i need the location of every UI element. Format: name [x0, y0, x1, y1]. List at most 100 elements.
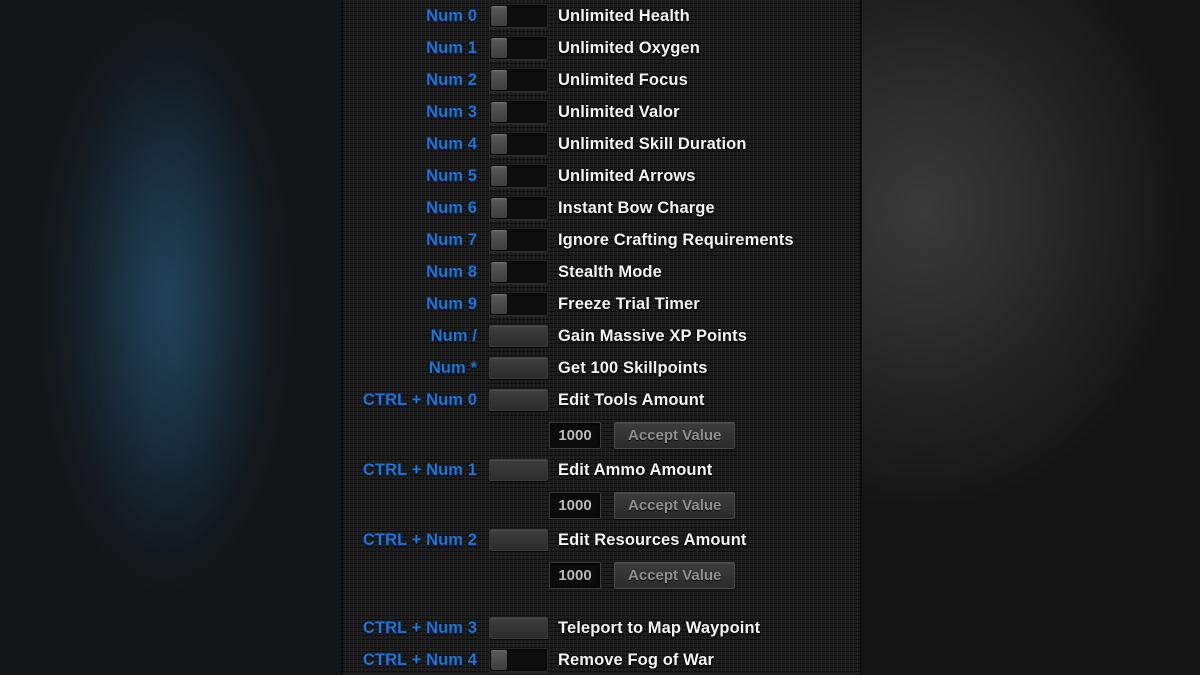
cheat-toggle-switch[interactable]: [489, 228, 548, 252]
cheat-row: Num 1 Unlimited Oxygen: [341, 32, 862, 64]
cheat-control-cell: [489, 617, 549, 639]
toggle-knob-icon: [491, 134, 507, 154]
cheat-control-cell: [489, 389, 549, 411]
cheat-row: Num 7 Ignore Crafting Requirements: [341, 224, 862, 256]
accept-value-button[interactable]: Accept Value: [614, 561, 736, 589]
cheat-toggle-switch[interactable]: [489, 648, 548, 672]
cheat-label: Stealth Mode: [558, 262, 662, 281]
hotkey-label: Num 4: [426, 134, 477, 153]
toggle-knob-icon: [491, 294, 507, 314]
hotkey-label: Num /: [430, 326, 477, 345]
cheat-label: Edit Resources Amount: [558, 530, 747, 549]
cheat-toggle-switch[interactable]: [489, 164, 548, 188]
toggle-knob-icon: [491, 102, 507, 122]
value-input[interactable]: 1000: [549, 561, 601, 589]
cheat-action-button[interactable]: [489, 389, 548, 411]
cheat-action-button[interactable]: [489, 325, 548, 347]
cheat-control-cell: [489, 529, 549, 551]
cheat-label: Gain Massive XP Points: [558, 326, 747, 345]
cheat-control-cell: [489, 196, 549, 220]
cheat-label: Unlimited Arrows: [558, 166, 696, 185]
cheat-control-cell: [489, 459, 549, 481]
row-spacer: [341, 594, 862, 612]
cheat-label: Get 100 Skillpoints: [558, 358, 708, 377]
cheat-row: Num / Gain Massive XP Points: [341, 320, 862, 352]
hotkey-label: Num 1: [426, 38, 477, 57]
hotkey-label: Num 5: [426, 166, 477, 185]
cheat-row: CTRL + Num 1 Edit Ammo Amount: [341, 454, 862, 486]
cheat-control-cell: [489, 100, 549, 124]
hotkey-label: Num 7: [426, 230, 477, 249]
hotkey-label: CTRL + Num 2: [362, 530, 477, 549]
cheat-control-cell: [489, 228, 549, 252]
hotkey-label: Num 8: [426, 262, 477, 281]
hotkey-label: Num 2: [426, 70, 477, 89]
toggle-knob-icon: [491, 262, 507, 282]
cheat-action-button[interactable]: [489, 617, 548, 639]
hotkey-label: CTRL + Num 3: [362, 618, 477, 637]
toggle-knob-icon: [491, 70, 507, 90]
cheat-row: Num 6 Instant Bow Charge: [341, 192, 862, 224]
cheat-label: Freeze Trial Timer: [558, 294, 700, 313]
cheat-label: Unlimited Valor: [558, 102, 680, 121]
cheat-label: Unlimited Skill Duration: [558, 134, 747, 153]
cheat-label: Unlimited Health: [558, 6, 690, 25]
value-editor-row: 1000 Accept Value: [341, 486, 862, 524]
cheat-row: Num 3 Unlimited Valor: [341, 96, 862, 128]
cheat-control-cell: [489, 36, 549, 60]
toggle-knob-icon: [491, 650, 507, 670]
background-right-blur: [862, 0, 1200, 675]
cheat-control-cell: [489, 68, 549, 92]
hotkey-label: CTRL + Num 4: [362, 650, 477, 669]
cheat-row-list: Num 0 Unlimited Health Num 1 Unlimited Oxyg…: [341, 0, 862, 675]
toggle-knob-icon: [491, 166, 507, 186]
toggle-knob-icon: [491, 230, 507, 250]
cheat-toggle-switch[interactable]: [489, 196, 548, 220]
accept-value-button[interactable]: Accept Value: [614, 421, 736, 449]
cheat-control-cell: [489, 164, 549, 188]
value-editor-row: 1000 Accept Value: [341, 416, 862, 454]
value-input[interactable]: 1000: [549, 421, 601, 449]
cheat-row: Num 4 Unlimited Skill Duration: [341, 128, 862, 160]
cheat-action-button[interactable]: [489, 357, 548, 379]
cheat-control-cell: [489, 292, 549, 316]
value-editor-row: 1000 Accept Value: [341, 556, 862, 594]
accept-value-button[interactable]: Accept Value: [614, 491, 736, 519]
hotkey-label: CTRL + Num 1: [362, 460, 477, 479]
cheat-control-cell: [489, 648, 549, 672]
cheat-control-cell: [489, 357, 549, 379]
cheat-label: Remove Fog of War: [558, 650, 715, 669]
hotkey-label: Num 0: [426, 6, 477, 25]
hotkey-label: Num 9: [426, 294, 477, 313]
cheat-label: Unlimited Focus: [558, 70, 688, 89]
background-left-glow: [95, 25, 245, 645]
cheat-toggle-switch[interactable]: [489, 68, 548, 92]
toggle-knob-icon: [491, 6, 507, 26]
cheat-toggle-switch[interactable]: [489, 4, 548, 28]
cheat-label: Ignore Crafting Requirements: [558, 230, 794, 249]
cheat-row: Num * Get 100 Skillpoints: [341, 352, 862, 384]
value-input[interactable]: 1000: [549, 491, 601, 519]
hotkey-label: Num 6: [426, 198, 477, 217]
cheat-row: Num 9 Freeze Trial Timer: [341, 288, 862, 320]
cheat-toggle-switch[interactable]: [489, 100, 548, 124]
cheat-row: Num 2 Unlimited Focus: [341, 64, 862, 96]
hotkey-label: CTRL + Num 0: [362, 390, 477, 409]
cheat-control-cell: [489, 325, 549, 347]
trainer-panel: Num 0 Unlimited Health Num 1 Unlimited Oxyg…: [341, 0, 862, 675]
cheat-control-cell: [489, 260, 549, 284]
cheat-action-button[interactable]: [489, 459, 548, 481]
cheat-row: Num 8 Stealth Mode: [341, 256, 862, 288]
toggle-knob-icon: [491, 198, 507, 218]
cheat-toggle-switch[interactable]: [489, 292, 548, 316]
cheat-toggle-switch[interactable]: [489, 260, 548, 284]
cheat-row: Num 5 Unlimited Arrows: [341, 160, 862, 192]
cheat-toggle-switch[interactable]: [489, 36, 548, 60]
cheat-action-button[interactable]: [489, 529, 548, 551]
cheat-control-cell: [489, 132, 549, 156]
hotkey-label: Num 3: [426, 102, 477, 121]
cheat-toggle-switch[interactable]: [489, 132, 548, 156]
cheat-row: CTRL + Num 4 Remove Fog of War: [341, 644, 862, 675]
cheat-label: Teleport to Map Waypoint: [558, 618, 761, 637]
cheat-label: Edit Ammo Amount: [558, 460, 713, 479]
